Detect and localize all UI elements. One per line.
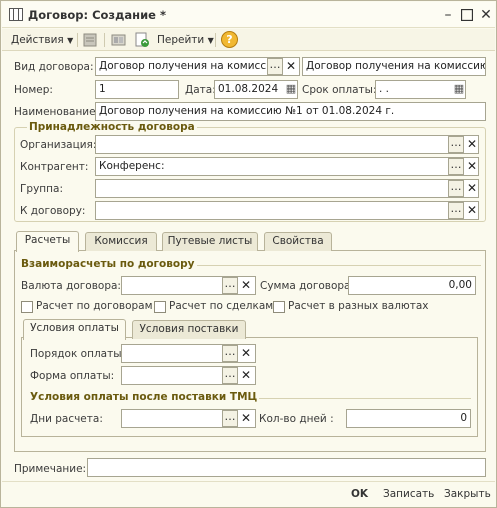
save-button[interactable]: Записать (383, 488, 434, 500)
form-icon (9, 8, 23, 21)
settlement-days-clear-icon[interactable]: ✕ (239, 410, 253, 427)
contractor-label: Контрагент: (20, 161, 89, 173)
ok-button[interactable]: OK (351, 488, 368, 500)
note-field[interactable] (87, 458, 486, 477)
goto-menu[interactable]: Перейти ▼ (157, 32, 214, 48)
contractor-select-button[interactable]: … (448, 158, 464, 175)
number-label: Номер: (14, 84, 53, 96)
contract-kind-text: Договор получения на комиссию (306, 60, 486, 72)
sum-value: 0,00 (448, 279, 472, 291)
dropdown-arrow-icon: ▼ (67, 36, 74, 45)
to-contract-select-button[interactable]: … (448, 202, 464, 219)
title-bar: Договор: Создание * – ✕ (2, 2, 495, 28)
sum-label: Сумма договора: (260, 280, 355, 292)
calc-by-contracts-label: Расчет по договорам (36, 300, 153, 312)
close-button[interactable]: Закрыть (444, 488, 491, 500)
sum-field[interactable]: 0,00 (348, 276, 476, 295)
number-field[interactable]: 1 (95, 80, 179, 99)
currency-label: Валюта договора: (21, 280, 121, 292)
settlement-days-select-button[interactable]: … (222, 410, 238, 427)
contract-kind-presentation: Договор получения на комиссию (302, 57, 486, 76)
group-field[interactable] (95, 179, 479, 198)
separator (77, 33, 78, 47)
contract-kind-clear-icon[interactable]: ✕ (284, 58, 298, 75)
date-label: Дата: (185, 84, 216, 96)
window-title: Договор: Создание * (28, 8, 166, 22)
calc-section-title: Взаиморасчеты по договору (21, 258, 195, 270)
tab-properties[interactable]: Свойства (264, 232, 332, 251)
separator (104, 33, 105, 47)
post-document-icon[interactable] (83, 33, 97, 50)
payment-form-label: Форма оплаты: (30, 370, 115, 382)
days-count-value: 0 (460, 412, 467, 424)
currency-select-button[interactable]: … (222, 277, 238, 294)
belong-section-title: Принадлежность договора (27, 121, 197, 133)
form-window: Договор: Создание * – ✕ Действия ▼ Перей… (0, 0, 497, 508)
tab-delivery-terms[interactable]: Условия поставки (132, 320, 246, 339)
close-icon[interactable]: ✕ (478, 7, 494, 23)
days-count-label: Кол-во дней : (259, 413, 334, 425)
contract-kind-label: Вид договора: (14, 61, 94, 73)
note-label: Примечание: (14, 463, 87, 475)
name-label: Наименование: (14, 106, 100, 118)
to-contract-field[interactable] (95, 201, 479, 220)
calc-multi-currency-label: Расчет в разных валютах (288, 300, 429, 312)
organization-clear-icon[interactable]: ✕ (465, 136, 479, 153)
organization-field[interactable] (95, 135, 479, 154)
calendar-icon[interactable]: ▦ (452, 82, 466, 96)
contract-kind-value: Договор получения на комиссию (99, 60, 282, 72)
payment-order-label: Порядок оплаты: (30, 348, 126, 360)
group-label: Группа: (20, 183, 63, 195)
tab-waybills[interactable]: Путевые листы (162, 232, 258, 251)
payment-order-select-button[interactable]: … (222, 345, 238, 362)
refresh-icon[interactable] (135, 32, 150, 51)
divider (197, 265, 481, 266)
calc-by-contracts-checkbox[interactable] (21, 301, 33, 313)
maximize-icon[interactable] (459, 7, 475, 23)
due-date-label: Срок оплаты: (302, 84, 377, 96)
toolbar: Действия ▼ Перейти ▼ ? (2, 29, 495, 51)
group-select-button[interactable]: … (448, 180, 464, 197)
help-icon[interactable]: ? (221, 31, 238, 48)
calc-multi-currency-checkbox[interactable] (273, 301, 285, 313)
separator (215, 33, 216, 47)
days-count-field[interactable]: 0 (346, 409, 471, 428)
calc-by-deals-checkbox[interactable] (154, 301, 166, 313)
tab-payment-terms[interactable]: Условия оплаты (23, 319, 126, 340)
to-contract-label: К договору: (20, 205, 86, 217)
contractor-field[interactable]: Конференс: (95, 157, 479, 176)
minimize-icon[interactable]: – (440, 7, 456, 23)
structure-icon[interactable] (111, 33, 126, 50)
name-field[interactable]: Договор получения на комиссию №1 от 01.0… (95, 102, 486, 121)
contractor-clear-icon[interactable]: ✕ (465, 158, 479, 175)
organization-select-button[interactable]: … (448, 136, 464, 153)
divider (2, 481, 495, 482)
calendar-icon[interactable]: ▦ (284, 82, 298, 96)
organization-label: Организация: (20, 139, 97, 151)
settlement-days-label: Дни расчета: (30, 413, 103, 425)
tab-calculations[interactable]: Расчеты (16, 231, 79, 252)
currency-clear-icon[interactable]: ✕ (239, 277, 253, 294)
to-contract-clear-icon[interactable]: ✕ (465, 202, 479, 219)
payment-order-clear-icon[interactable]: ✕ (239, 345, 253, 362)
divider (259, 398, 471, 399)
payment-form-clear-icon[interactable]: ✕ (239, 367, 253, 384)
tab-commission[interactable]: Комиссия (85, 232, 157, 251)
goto-label: Перейти (157, 34, 205, 46)
dropdown-arrow-icon: ▼ (207, 36, 214, 45)
actions-menu[interactable]: Действия ▼ (11, 32, 73, 48)
calc-by-deals-label: Расчет по сделкам (169, 300, 274, 312)
actions-label: Действия (11, 34, 64, 46)
group-clear-icon[interactable]: ✕ (465, 180, 479, 197)
after-delivery-section-title: Условия оплаты после поставки ТМЦ (30, 391, 258, 403)
payment-form-select-button[interactable]: … (222, 367, 238, 384)
contract-kind-select-button[interactable]: … (267, 58, 283, 75)
